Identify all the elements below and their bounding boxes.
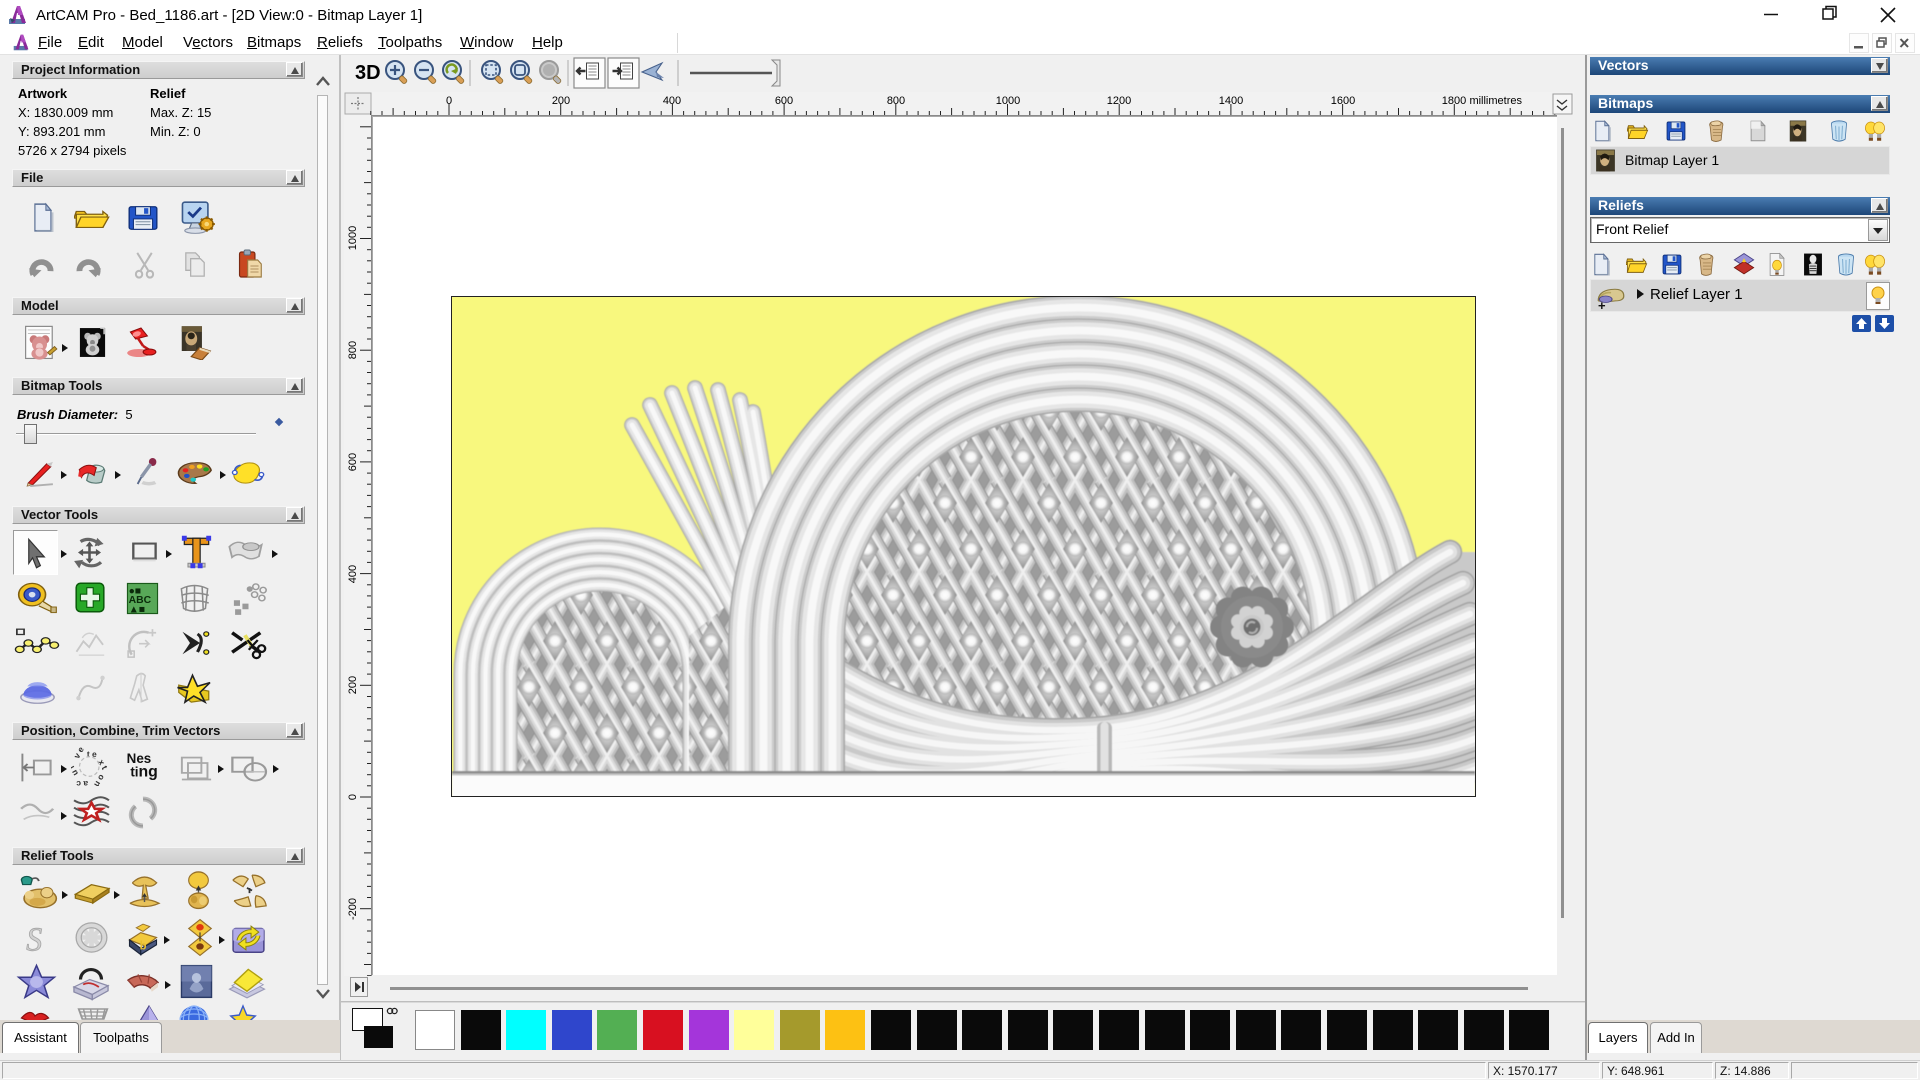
svg-text:200: 200 [552,95,570,107]
svg-text:ting: ting [130,763,158,780]
svg-text:b: b [140,939,147,953]
svg-text:1200: 1200 [1107,95,1131,107]
svg-text:600: 600 [347,453,359,471]
svg-text:0: 0 [446,95,452,107]
svg-text:u r: u r [71,763,80,778]
svg-text:800: 800 [887,95,905,107]
svg-text:400: 400 [663,95,681,107]
svg-text:S: S [26,922,42,956]
svg-text:1000: 1000 [996,95,1020,107]
svg-text:millimetres: millimetres [1469,95,1522,107]
svg-text:▲■: ▲■ [129,604,146,615]
svg-text:1400: 1400 [1219,95,1243,107]
svg-text:a c: a c [76,779,88,786]
svg-text:1800: 1800 [1442,95,1466,107]
svg-text:600: 600 [775,95,793,107]
svg-text:0: 0 [347,794,359,800]
svg-text:1600: 1600 [1331,95,1355,107]
svg-text:o n: o n [92,773,107,786]
svg-text:-200: -200 [347,898,359,920]
svg-text:200: 200 [347,676,359,694]
svg-text:1000: 1000 [347,226,359,250]
svg-text:400: 400 [347,565,359,583]
svg-text:800: 800 [347,341,359,359]
